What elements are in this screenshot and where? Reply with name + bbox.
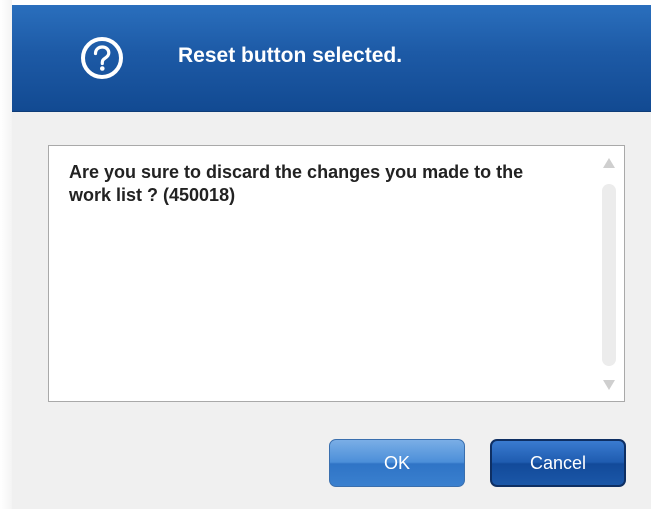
scroll-track[interactable] bbox=[602, 184, 616, 366]
vertical-scrollbar[interactable] bbox=[599, 154, 617, 394]
window-edge bbox=[0, 0, 12, 509]
ok-button[interactable]: OK bbox=[329, 439, 465, 487]
confirmation-dialog: Reset button selected. Are you sure to d… bbox=[12, 5, 651, 509]
dialog-title: Reset button selected. bbox=[178, 44, 403, 67]
cancel-button[interactable]: Cancel bbox=[490, 439, 626, 487]
scroll-up-arrow-icon[interactable] bbox=[603, 158, 615, 168]
message-area: Are you sure to discard the changes you … bbox=[48, 145, 625, 402]
question-circle-icon bbox=[81, 37, 123, 79]
scroll-down-arrow-icon[interactable] bbox=[603, 380, 615, 390]
message-text: Are you sure to discard the changes you … bbox=[69, 162, 524, 205]
dialog-title-bar: Reset button selected. bbox=[12, 5, 651, 112]
